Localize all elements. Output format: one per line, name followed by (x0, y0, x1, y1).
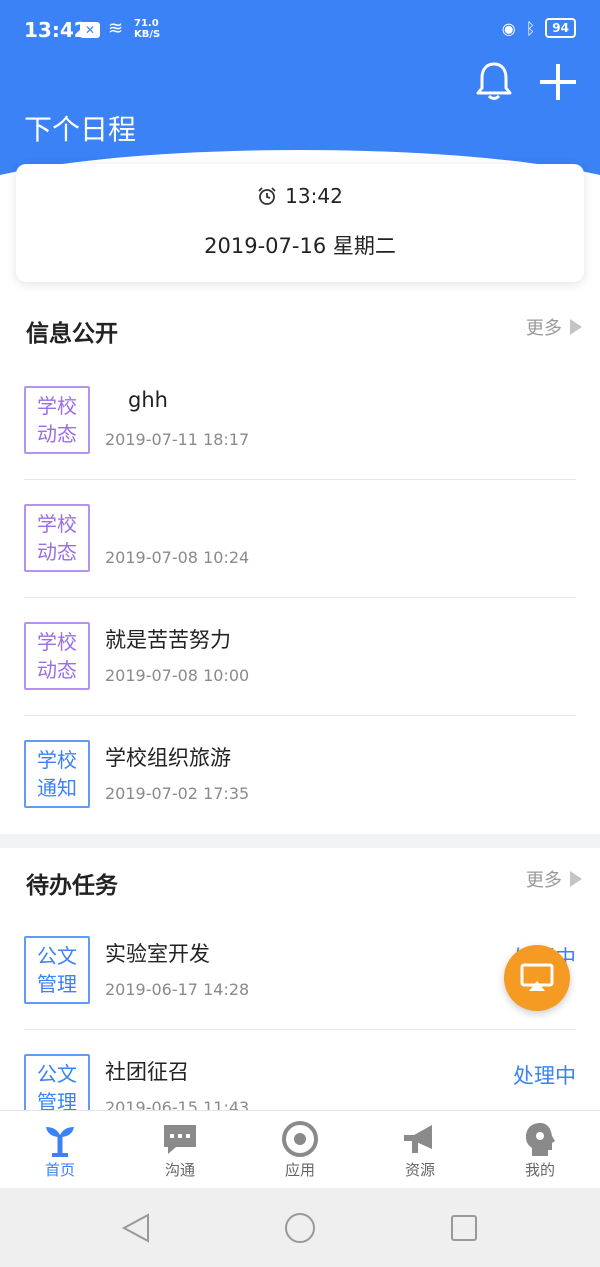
list-item[interactable]: 学校 动态 2019-07-08 10:24 (0, 480, 600, 598)
item-title: 就是苦苦努力 (105, 628, 231, 652)
schedule-date: 2019-07-16 星期二 (204, 234, 396, 258)
schedule-time: 13:42 (16, 184, 584, 208)
screen-cast-icon (520, 963, 554, 991)
list-item[interactable]: 学校 动态 就是苦苦努力 2019-07-08 10:00 (0, 598, 600, 716)
item-date: 2019-07-02 17:35 (105, 784, 250, 803)
cast-fab-button[interactable] (504, 945, 570, 1011)
item-date: 2019-07-11 18:17 (105, 430, 250, 449)
notification-x-icon: ✕ (80, 22, 100, 38)
info-section-title: 信息公开 (26, 321, 118, 347)
category-tag: 学校 动态 (24, 386, 90, 454)
category-tag: 学校 通知 (24, 740, 90, 808)
lock-rotation-icon: ◉ (501, 18, 516, 38)
category-tag: 学校 动态 (24, 622, 90, 690)
chat-icon (164, 1125, 196, 1154)
tab-label: 我的 (524, 1161, 555, 1179)
section-separator (0, 834, 600, 848)
triangle-right-icon (570, 319, 582, 335)
tab-label: 应用 (284, 1161, 315, 1179)
item-title: 社团征召 (105, 1060, 189, 1084)
category-tag: 学校 动态 (24, 504, 90, 572)
alarm-clock-icon (258, 187, 276, 205)
triangle-right-icon (570, 871, 582, 887)
tab-chat[interactable]: 沟通 (120, 1111, 240, 1188)
item-date: 2019-07-08 10:00 (105, 666, 250, 685)
recents-square-icon[interactable] (448, 1212, 480, 1244)
list-item[interactable]: 学校 通知 学校组织旅游 2019-07-02 17:35 (0, 716, 600, 834)
item-title: 实验室开发 (105, 942, 210, 966)
target-icon (282, 1121, 318, 1157)
status-time: 13:42 (24, 18, 88, 42)
profile-head-icon (526, 1123, 555, 1156)
item-title: ghh (128, 388, 168, 412)
list-item[interactable]: 学校 动态 ghh 2019-07-11 18:17 (0, 362, 600, 480)
network-speed: 71.0 KB/S (134, 18, 161, 40)
tab-label: 沟通 (164, 1161, 195, 1179)
home-sprout-icon (46, 1127, 74, 1157)
category-tag: 公文 管理 (24, 936, 90, 1004)
home-circle-icon[interactable] (284, 1212, 316, 1244)
tab-profile[interactable]: 我的 (480, 1111, 600, 1188)
plus-icon[interactable] (538, 62, 578, 102)
status-bar: 13:42 ✕ ≋ 71.0 KB/S ◉ ᛒ 94 (0, 0, 600, 60)
more-label: 更多 (526, 870, 562, 891)
status-label: 处理中 (513, 1064, 576, 1088)
tab-apps[interactable]: 应用 (240, 1111, 360, 1188)
status-right: ◉ ᛒ 94 (502, 18, 576, 38)
item-date: 2019-06-17 14:28 (105, 980, 250, 999)
wifi-icon: ≋ (108, 18, 124, 39)
tab-resources[interactable]: 资源 (360, 1111, 480, 1188)
item-title: 学校组织旅游 (105, 746, 231, 770)
schedule-card[interactable]: 13:42 2019-07-16 星期二 (16, 164, 584, 282)
more-label: 更多 (526, 318, 562, 339)
todo-section-title: 待办任务 (26, 873, 118, 899)
info-more-link[interactable]: 更多 (526, 314, 582, 340)
bell-icon[interactable] (474, 60, 514, 102)
bluetooth-icon: ᛒ (525, 18, 536, 38)
tab-label: 首页 (44, 1161, 75, 1179)
system-nav-bar (0, 1188, 600, 1267)
tab-label: 资源 (404, 1161, 435, 1179)
megaphone-icon (404, 1125, 432, 1153)
bottom-tab-bar: 首页 沟通 应用 资源 我的 (0, 1110, 600, 1188)
item-date: 2019-07-08 10:24 (105, 548, 250, 567)
battery-indicator: 94 (545, 18, 576, 38)
tab-home[interactable]: 首页 (0, 1111, 120, 1188)
todo-more-link[interactable]: 更多 (526, 866, 582, 892)
back-triangle-icon[interactable] (120, 1212, 152, 1244)
page-title: 下个日程 (24, 113, 137, 146)
